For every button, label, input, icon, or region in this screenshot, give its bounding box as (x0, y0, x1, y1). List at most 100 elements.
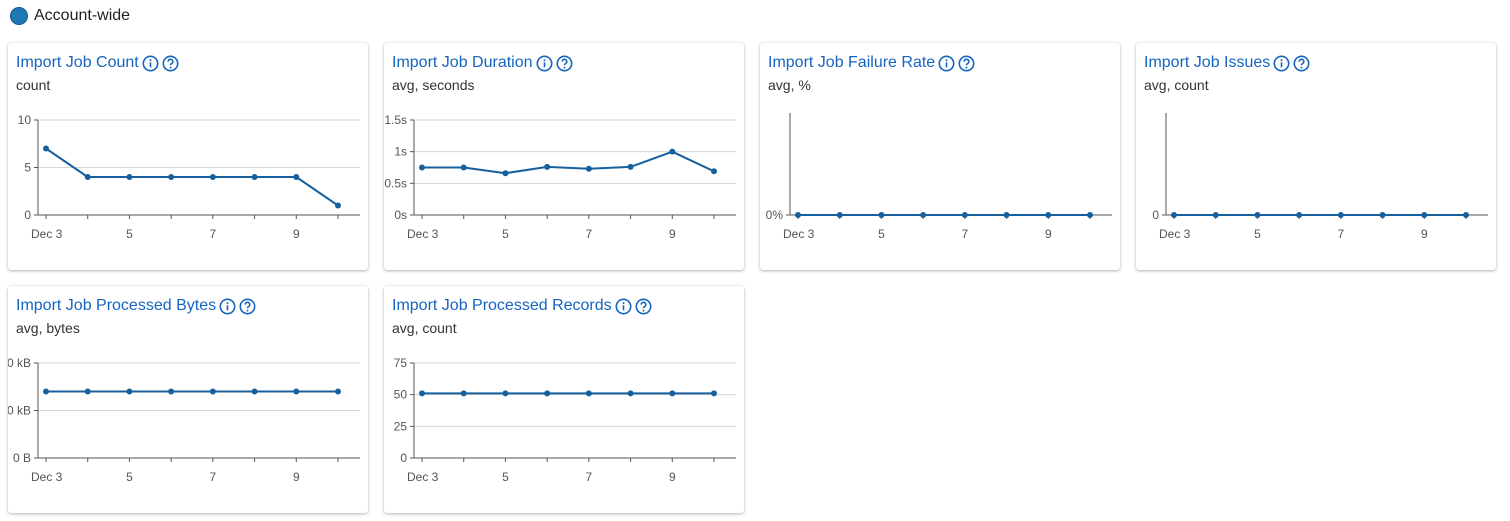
x-tick-label: 7 (586, 470, 593, 484)
data-point (84, 388, 91, 395)
data-point (251, 388, 258, 395)
x-tick-label: Dec 3 (31, 470, 63, 484)
data-point (1254, 212, 1261, 218)
x-tick-label: 9 (669, 470, 676, 484)
data-point (711, 168, 717, 175)
data-point (460, 390, 467, 397)
chart-card-import-job-failure-rate: Import Job Failure Rate avg, % 0% Dec 357… (760, 43, 1120, 270)
x-tick-label: 5 (502, 470, 509, 484)
data-point (585, 390, 592, 397)
data-point (43, 388, 49, 395)
data-point (419, 164, 425, 171)
data-point (627, 163, 634, 170)
y-tick-label: 1.5s (384, 113, 407, 127)
data-point (795, 212, 801, 218)
data-point (878, 212, 885, 218)
x-tick-label: 7 (962, 227, 969, 241)
chart-card-import-job-processed-records: Import Job Processed Records avg, count … (384, 286, 744, 513)
x-tick-label: 5 (126, 227, 133, 241)
y-tick-label: 0s (394, 208, 407, 222)
data-point (1171, 212, 1177, 218)
chart-plot: 0Dec 3 5 7 9 (1152, 113, 1488, 241)
data-point (1337, 212, 1344, 218)
y-tick-label: 0 B (13, 451, 31, 465)
chart-plot: 0 B 20 kB 40 kB Dec 3 5 7 9 (8, 356, 360, 484)
series-line (422, 150, 715, 175)
y-tick-label: 0 (24, 208, 31, 222)
x-tick-label: Dec 3 (407, 470, 439, 484)
y-tick-label: 0 (400, 451, 407, 465)
data-point (84, 174, 91, 180)
x-tick-label: Dec 3 (31, 227, 63, 241)
data-point (1463, 212, 1469, 218)
y-tick-label: 20 kB (8, 404, 31, 418)
y-tick-label: 0 (1152, 208, 1159, 222)
x-tick-label: 5 (878, 227, 885, 241)
chart-plot: 0% Dec 3 5 7 9 (766, 113, 1112, 241)
chart-plot: 0 25 50 75 Dec 3 5 7 9 (394, 356, 736, 484)
data-point (1421, 212, 1428, 218)
chart-card-import-job-duration: Import Job Duration avg, seconds 0s 0.5s 1… (384, 43, 744, 270)
data-point (502, 390, 509, 397)
x-tick-label: 5 (1254, 227, 1261, 241)
data-point (502, 170, 509, 177)
x-tick-label: 7 (1338, 227, 1345, 241)
x-tick-label: 7 (210, 470, 217, 484)
y-tick-label: 0.5s (384, 176, 407, 190)
data-point (209, 388, 216, 395)
x-tick-label: Dec 3 (783, 227, 815, 241)
chart-card-import-job-processed-bytes: Import Job Processed Bytes avg, bytes 0 … (8, 286, 368, 513)
x-tick-label: 9 (669, 227, 676, 241)
data-point (460, 164, 467, 171)
chart-plot: 0 5 10 Dec 3 5 7 9 (18, 113, 360, 241)
x-tick-label: 9 (1045, 227, 1052, 241)
data-point (335, 388, 341, 395)
data-point (1379, 212, 1386, 218)
data-point (1087, 212, 1093, 218)
data-point (293, 174, 300, 180)
chart-card-import-job-issues: Import Job Issues avg, count 0 Dec 3579 (1136, 43, 1496, 270)
x-tick-label: Dec 3 (1159, 227, 1191, 241)
x-tick-label: 7 (210, 227, 217, 241)
y-tick-label: 75 (394, 356, 408, 370)
y-tick-label: 5 (24, 161, 31, 175)
data-point (669, 148, 676, 155)
x-tick-label: 7 (586, 227, 593, 241)
y-tick-label: 10 (18, 113, 32, 127)
data-point (251, 174, 258, 180)
scope-label: Account-wide (34, 7, 131, 24)
data-point (1003, 212, 1010, 218)
chart-card-import-job-count: Import Job Count count 0 5 10 Dec 3579 (8, 43, 368, 270)
data-point (1045, 212, 1052, 218)
y-tick-label: 0% (766, 208, 784, 222)
data-point (711, 390, 717, 397)
data-point (585, 165, 592, 172)
x-tick-label: 9 (293, 470, 300, 484)
account-wide-dot (10, 7, 28, 25)
data-point (544, 390, 551, 397)
data-point (836, 212, 843, 218)
data-point (43, 145, 49, 152)
chart-plot: 0s 0.5s 1s 1.5s Dec 3 5 7 9 (384, 113, 736, 241)
data-point (544, 163, 551, 170)
y-tick-label: 40 kB (8, 356, 31, 370)
x-tick-label: 5 (126, 470, 133, 484)
data-point (1212, 212, 1219, 218)
data-point (168, 388, 175, 395)
data-point (293, 388, 300, 395)
data-point (126, 174, 133, 180)
data-point (209, 174, 216, 180)
data-point (1296, 212, 1303, 218)
x-tick-label: 5 (502, 227, 509, 241)
scope-header: Account-wide (10, 5, 130, 27)
x-tick-label: 9 (1421, 227, 1428, 241)
data-point (335, 202, 341, 209)
y-tick-label: 1s (394, 145, 407, 159)
data-point (961, 212, 968, 218)
data-point (168, 174, 175, 180)
x-tick-label: 9 (293, 227, 300, 241)
y-tick-label: 50 (394, 388, 408, 402)
y-tick-label: 25 (394, 419, 408, 433)
data-point (627, 390, 634, 397)
x-tick-label: Dec 3 (407, 227, 439, 241)
